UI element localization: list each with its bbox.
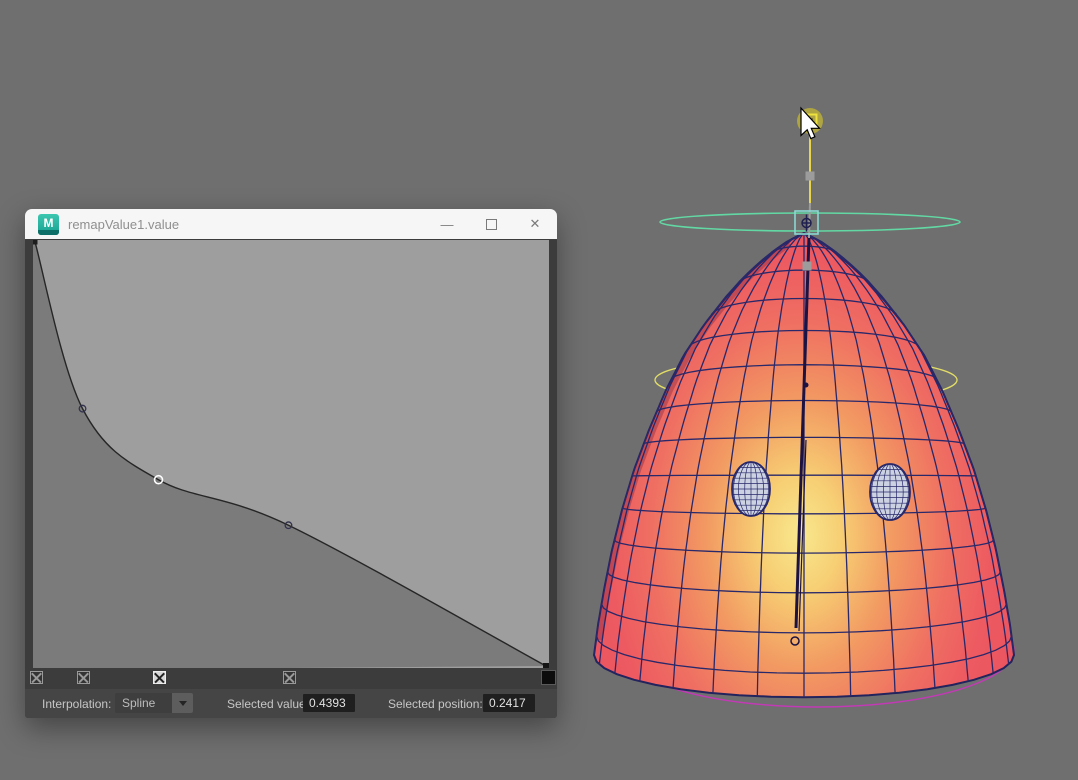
minimize-button[interactable]: — <box>425 209 469 239</box>
selected-value-field[interactable]: 0.4393 <box>303 694 355 712</box>
interpolation-value: Spline <box>115 696 172 710</box>
interpolation-label: Interpolation: <box>42 697 111 711</box>
window-titlebar[interactable]: M remapValue1.value — ✕ <box>25 209 557 239</box>
maximize-button[interactable] <box>469 209 513 239</box>
selected-position-label: Selected position: <box>388 697 483 711</box>
interpolation-dropdown[interactable]: Spline <box>115 693 193 713</box>
dropdown-arrow-icon[interactable] <box>172 693 193 713</box>
window-body: Interpolation: Spline Selected value: 0.… <box>25 239 557 718</box>
ramp-marker-strip <box>25 671 557 687</box>
close-button[interactable]: ✕ <box>513 209 557 239</box>
selected-position-field[interactable]: 0.2417 <box>483 694 535 712</box>
stem-node-upper[interactable] <box>806 172 815 181</box>
eye-ellipsoid <box>870 464 910 520</box>
selected-value-label: Selected value: <box>227 697 309 711</box>
maximize-icon <box>486 219 497 230</box>
curve-editor[interactable] <box>33 240 549 668</box>
maya-logo-icon: M <box>38 214 59 235</box>
ramp-position-marker[interactable] <box>30 671 43 684</box>
ramp-position-marker[interactable] <box>153 671 166 684</box>
ramp-position-marker[interactable] <box>283 671 296 684</box>
curve-endpoint[interactable] <box>543 663 549 668</box>
stem-node-lower[interactable] <box>803 262 812 271</box>
ramp-position-marker[interactable] <box>77 671 90 684</box>
blob-mesh[interactable] <box>594 233 1014 697</box>
curve-endpoint[interactable] <box>33 240 38 245</box>
eye-ellipsoid <box>732 462 770 516</box>
remap-value-window: M remapValue1.value — ✕ Interpolation: S… <box>25 209 557 718</box>
window-title: remapValue1.value <box>68 217 179 232</box>
ramp-position-marker[interactable] <box>541 670 556 685</box>
control-bar: Interpolation: Spline Selected value: 0.… <box>25 689 557 718</box>
